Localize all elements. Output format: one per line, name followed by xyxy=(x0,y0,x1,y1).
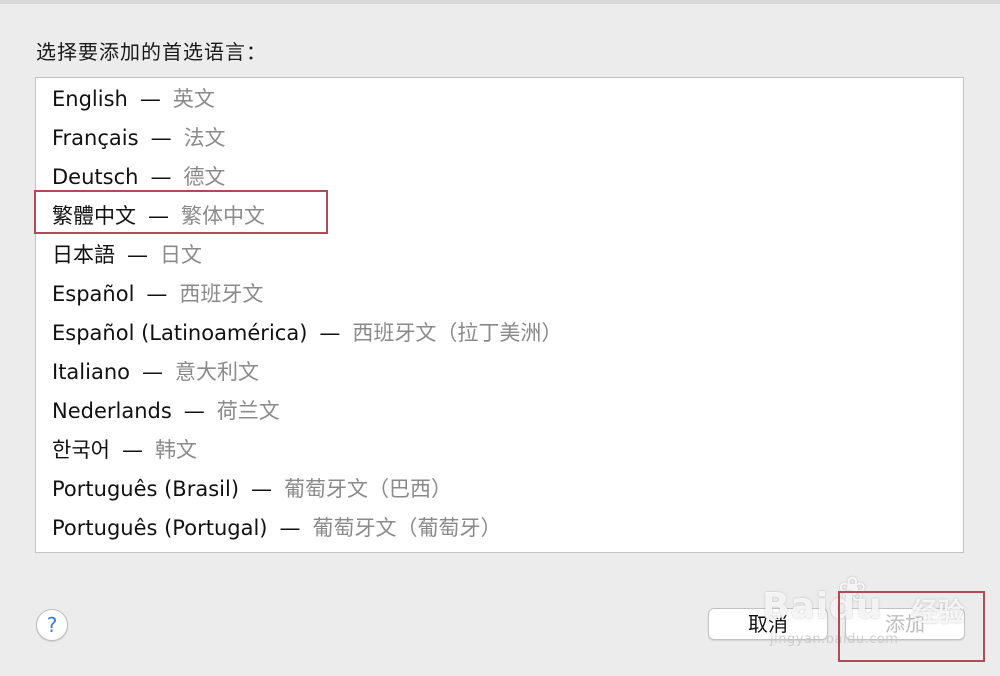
language-translation: 西班牙文 xyxy=(179,282,264,306)
separator: — xyxy=(150,126,172,150)
language-item-japanese[interactable]: 日本語 — 日文 xyxy=(52,236,202,275)
annotation-highlight-traditional-chinese xyxy=(34,190,328,234)
language-native-name: Português (Brasil) xyxy=(52,477,240,501)
language-native-name: Français xyxy=(52,126,139,150)
language-native-name: Español xyxy=(52,282,135,306)
separator: — xyxy=(251,477,273,501)
separator: — xyxy=(150,165,172,189)
language-item-italian[interactable]: Italiano — 意大利文 xyxy=(52,353,259,392)
language-item-portuguese-portugal[interactable]: Português (Portugal) — 葡萄牙文（葡萄牙） xyxy=(52,509,501,548)
help-button[interactable]: ? xyxy=(36,609,68,641)
language-native-name: Português (Portugal) xyxy=(52,516,268,540)
separator: — xyxy=(139,87,161,111)
language-item-spanish-latam[interactable]: Español (Latinoamérica) — 西班牙文（拉丁美洲） xyxy=(52,314,562,353)
separator: — xyxy=(146,282,168,306)
language-native-name: Español (Latinoamérica) xyxy=(52,321,308,345)
language-translation: 意大利文 xyxy=(175,360,259,384)
language-translation: 西班牙文（拉丁美洲） xyxy=(352,321,563,345)
language-translation: 葡萄牙文（葡萄牙） xyxy=(312,516,502,540)
separator: — xyxy=(127,243,148,267)
language-translation: 德文 xyxy=(183,165,226,189)
language-translation: 英文 xyxy=(172,87,215,111)
language-item-spanish[interactable]: Español — 西班牙文 xyxy=(52,275,263,314)
language-translation: 韩文 xyxy=(154,438,197,462)
language-native-name: Deutsch xyxy=(52,165,139,189)
language-translation: 葡萄牙文（巴西） xyxy=(284,477,453,501)
separator: — xyxy=(279,516,301,540)
separator: — xyxy=(142,360,163,384)
language-item-korean[interactable]: 한국어 — 韩文 xyxy=(52,431,197,470)
language-native-name: 日本語 xyxy=(52,243,115,267)
annotation-highlight-add-button xyxy=(838,591,985,662)
window-top-edge xyxy=(0,0,1000,4)
dialog-prompt: 选择要添加的首选语言： xyxy=(36,40,267,64)
language-translation: 法文 xyxy=(183,126,226,150)
language-item-portuguese-brazil[interactable]: Português (Brasil) — 葡萄牙文（巴西） xyxy=(52,470,452,509)
language-item-dutch[interactable]: Nederlands — 荷兰文 xyxy=(52,392,280,431)
language-list[interactable]: English — 英文 Français — 法文 Deutsch — 德文 繁體中文 — 繁… xyxy=(35,77,964,553)
language-native-name: Nederlands xyxy=(52,399,172,423)
language-item-english[interactable]: English — 英文 xyxy=(52,80,215,119)
separator: — xyxy=(121,438,143,462)
separator: — xyxy=(319,321,341,345)
language-translation: 日文 xyxy=(160,243,202,267)
language-item-french[interactable]: Français — 法文 xyxy=(52,119,226,158)
language-translation: 荷兰文 xyxy=(216,399,280,423)
separator: — xyxy=(183,399,205,423)
language-native-name: English xyxy=(52,87,128,111)
question-mark-icon: ? xyxy=(46,613,58,637)
language-native-name: Italiano xyxy=(52,360,130,384)
language-native-name: 한국어 xyxy=(52,438,110,462)
cancel-button[interactable]: 取消 xyxy=(708,608,828,640)
